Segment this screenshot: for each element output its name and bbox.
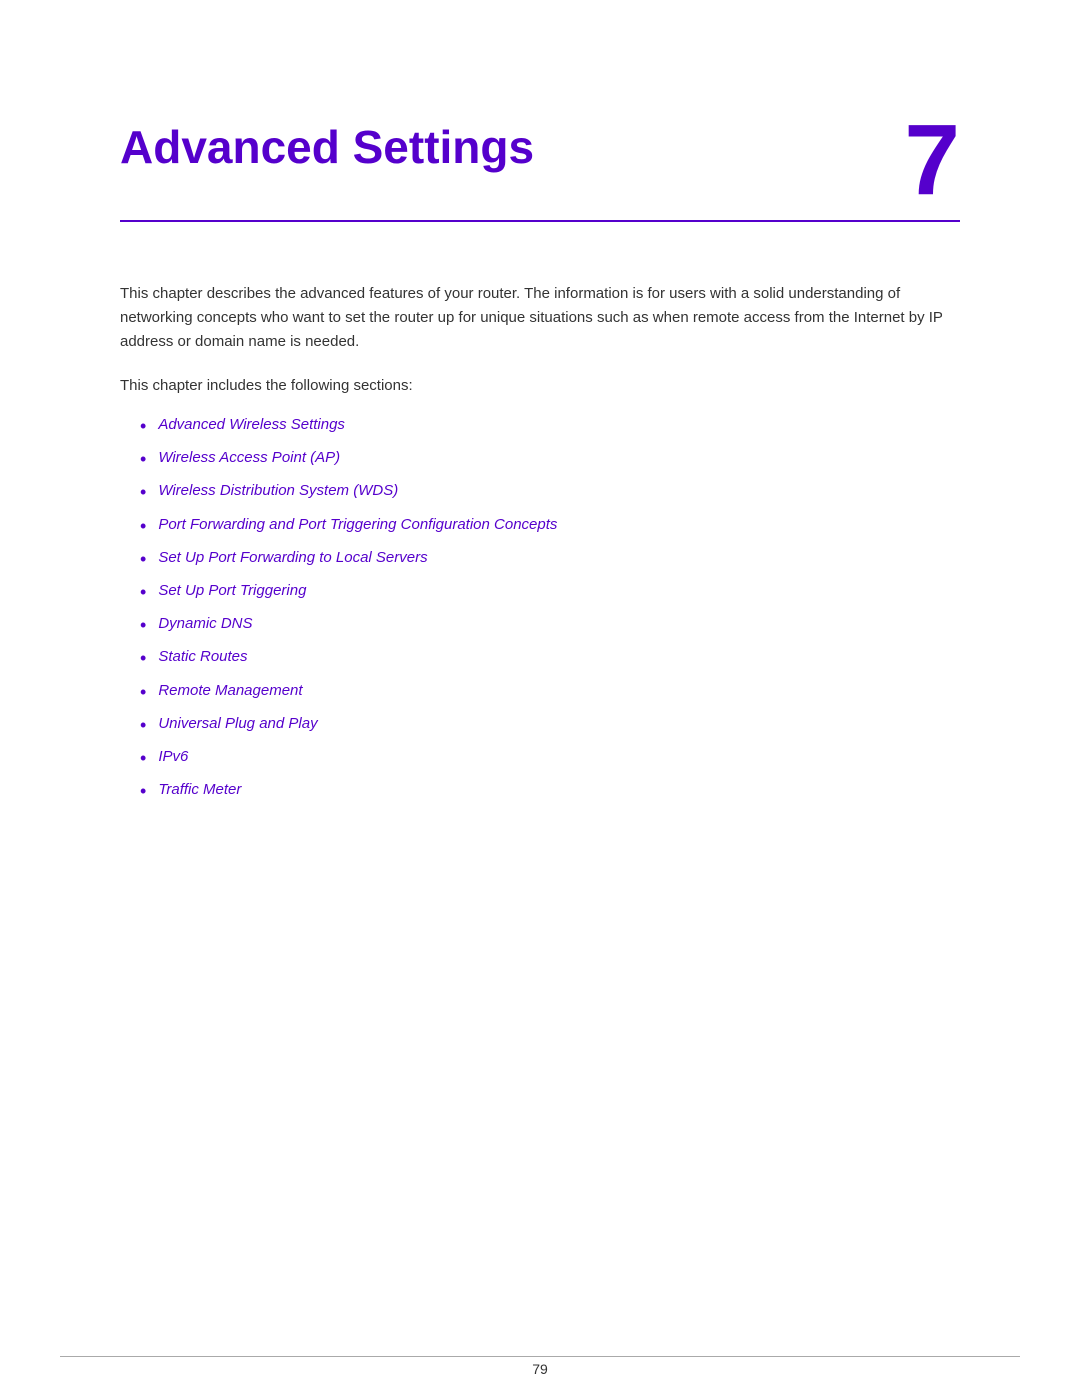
toc-list: • Advanced Wireless Settings • Wireless Acc… <box>140 414 960 804</box>
bullet-icon: • <box>140 414 146 439</box>
toc-link-4[interactable]: Set Up Port Forwarding to Local Servers <box>158 547 427 570</box>
bullet-icon: • <box>140 480 146 505</box>
bullet-icon: • <box>140 613 146 638</box>
chapter-number: 7 <box>904 110 960 210</box>
toc-link-8[interactable]: Remote Management <box>158 680 302 703</box>
content-section: This chapter describes the advanced feat… <box>0 222 1080 804</box>
bullet-icon: • <box>140 447 146 472</box>
toc-list-item: • Wireless Distribution System (WDS) <box>140 480 960 505</box>
toc-list-item: • Port Forwarding and Port Triggering Con… <box>140 514 960 539</box>
bullet-icon: • <box>140 547 146 572</box>
toc-link-11[interactable]: Traffic Meter <box>158 779 241 802</box>
bullet-icon: • <box>140 713 146 738</box>
bullet-icon: • <box>140 680 146 705</box>
intro-paragraph: This chapter describes the advanced feat… <box>120 282 960 354</box>
toc-list-item: • Static Routes <box>140 646 960 671</box>
toc-list-item: • Dynamic DNS <box>140 613 960 638</box>
toc-list-item: • Remote Management <box>140 680 960 705</box>
chapter-title: Advanced Settings <box>120 120 534 174</box>
toc-link-2[interactable]: Wireless Distribution System (WDS) <box>158 480 398 503</box>
toc-link-6[interactable]: Dynamic DNS <box>158 613 252 636</box>
toc-link-3[interactable]: Port Forwarding and Port Triggering Conf… <box>158 514 557 537</box>
toc-link-9[interactable]: Universal Plug and Play <box>158 713 317 736</box>
toc-link-1[interactable]: Wireless Access Point (AP) <box>158 447 340 470</box>
footer-line <box>60 1356 1020 1357</box>
toc-list-item: • IPv6 <box>140 746 960 771</box>
header-section: Advanced Settings 7 <box>0 0 1080 222</box>
toc-list-item: • Advanced Wireless Settings <box>140 414 960 439</box>
toc-list-item: • Universal Plug and Play <box>140 713 960 738</box>
bullet-icon: • <box>140 514 146 539</box>
bullet-icon: • <box>140 646 146 671</box>
bullet-icon: • <box>140 779 146 804</box>
toc-link-5[interactable]: Set Up Port Triggering <box>158 580 306 603</box>
bullet-icon: • <box>140 746 146 771</box>
title-row: Advanced Settings 7 <box>120 120 960 222</box>
toc-list-item: • Set Up Port Triggering <box>140 580 960 605</box>
toc-list-item: • Wireless Access Point (AP) <box>140 447 960 472</box>
toc-link-10[interactable]: IPv6 <box>158 746 188 769</box>
toc-link-0[interactable]: Advanced Wireless Settings <box>158 414 345 437</box>
toc-link-7[interactable]: Static Routes <box>158 646 247 669</box>
includes-text: This chapter includes the following sect… <box>120 374 960 398</box>
bullet-icon: • <box>140 580 146 605</box>
page-container: Advanced Settings 7 This chapter describ… <box>0 0 1080 1397</box>
toc-list-item: • Traffic Meter <box>140 779 960 804</box>
page-number: 79 <box>532 1361 548 1377</box>
toc-list-item: • Set Up Port Forwarding to Local Servers <box>140 547 960 572</box>
